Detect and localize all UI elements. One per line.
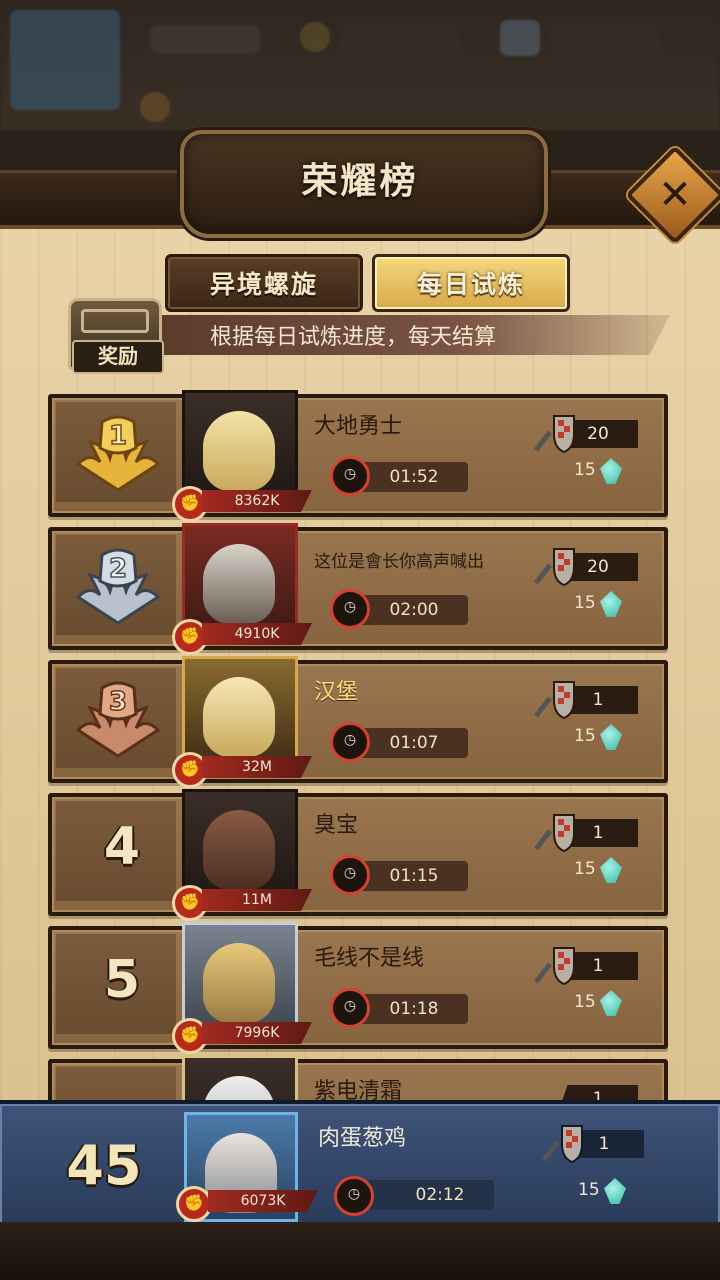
rank-number: 4 bbox=[103, 817, 141, 877]
power-value: 7996K bbox=[202, 1022, 312, 1044]
tab-spiral[interactable]: 异境螺旋 bbox=[165, 254, 363, 312]
player-name: 这位是會长你高声喊出 bbox=[314, 552, 484, 572]
my-coin-value: 15 bbox=[578, 1180, 600, 1200]
page-title: 荣耀榜 bbox=[301, 161, 419, 202]
power-value: 11M bbox=[202, 889, 312, 911]
list-item[interactable]: 5 ✊ 7996K 毛线不是线 01:18 ◷ 1 15 bbox=[48, 922, 668, 1054]
power-value: 8362K bbox=[202, 490, 312, 512]
gem-icon bbox=[604, 1178, 626, 1204]
gem-icon bbox=[600, 857, 622, 883]
my-clear-time: 02:12 bbox=[366, 1180, 494, 1210]
silver-medal-icon: 2 bbox=[75, 548, 161, 625]
player-name: 臭宝 bbox=[314, 813, 359, 838]
list-item[interactable]: 4 ✊ 11M 臭宝 01:15 ◷ 1 15 bbox=[48, 789, 668, 921]
player-name: 大地勇士 bbox=[314, 414, 403, 439]
gem-icon bbox=[600, 990, 622, 1016]
coin-value: 15 bbox=[574, 992, 596, 1012]
tab-daily-trial[interactable]: 每日试炼 bbox=[372, 254, 570, 312]
shield-icon bbox=[534, 681, 575, 720]
reward-description: 根据每日试炼进度，每天结算 bbox=[210, 325, 497, 350]
my-power-value: 6073K bbox=[208, 1190, 318, 1212]
fist-icon: ✊ bbox=[176, 1186, 212, 1222]
player-name: 汉堡 bbox=[314, 680, 359, 705]
blurred-background-hud bbox=[0, 0, 720, 130]
shield-icon bbox=[534, 947, 575, 986]
clock-icon: ◷ bbox=[330, 988, 370, 1028]
my-rank-bar[interactable]: 45 ✊ 6073K 肉蛋葱鸡 02:12 ◷ 1 15 bbox=[0, 1100, 720, 1228]
coin-value: 15 bbox=[574, 593, 596, 613]
gem-icon bbox=[600, 724, 622, 750]
gold-medal-icon: 1 bbox=[75, 415, 161, 492]
shield-icon bbox=[534, 415, 575, 454]
clock-icon: ◷ bbox=[330, 589, 370, 629]
coin-value: 15 bbox=[574, 859, 596, 879]
close-icon: ✕ bbox=[658, 172, 692, 218]
clock-icon: ◷ bbox=[330, 722, 370, 762]
rank-number: 2 bbox=[109, 554, 127, 584]
player-name: 毛线不是线 bbox=[314, 946, 425, 971]
my-rank-number: 45 bbox=[66, 1134, 142, 1197]
gem-icon bbox=[600, 458, 622, 484]
bronze-medal-icon: 3 bbox=[75, 681, 161, 758]
power-value: 32M bbox=[202, 756, 312, 778]
power-value: 4910K bbox=[202, 623, 312, 645]
rank-number: 3 bbox=[109, 687, 127, 717]
rank-number: 1 bbox=[109, 421, 127, 451]
coin-value: 15 bbox=[574, 726, 596, 746]
coin-value: 15 bbox=[574, 460, 596, 480]
my-player-name: 肉蛋葱鸡 bbox=[318, 1126, 407, 1151]
clock-icon: ◷ bbox=[330, 456, 370, 496]
header: 荣耀榜 bbox=[0, 130, 720, 238]
clock-icon: ◷ bbox=[330, 855, 370, 895]
rank-number: 5 bbox=[103, 950, 141, 1010]
list-item[interactable]: 3 ✊ 32M 汉堡 01:07 ◷ 1 15 bbox=[48, 656, 668, 788]
list-item[interactable]: 1 ✊ 8362K 大地勇士 01:52 ◷ 20 15 bbox=[48, 390, 668, 522]
shield-icon bbox=[534, 814, 575, 853]
shield-icon bbox=[542, 1125, 583, 1164]
bottom-frame bbox=[0, 1222, 720, 1280]
clock-icon: ◷ bbox=[334, 1176, 374, 1216]
shield-icon bbox=[534, 548, 575, 587]
list-item[interactable]: 2 ✊ 4910K 这位是會长你高声喊出 02:00 ◷ 20 15 bbox=[48, 523, 668, 655]
reward-button-label[interactable]: 奖励 bbox=[72, 340, 164, 374]
gem-icon bbox=[600, 591, 622, 617]
